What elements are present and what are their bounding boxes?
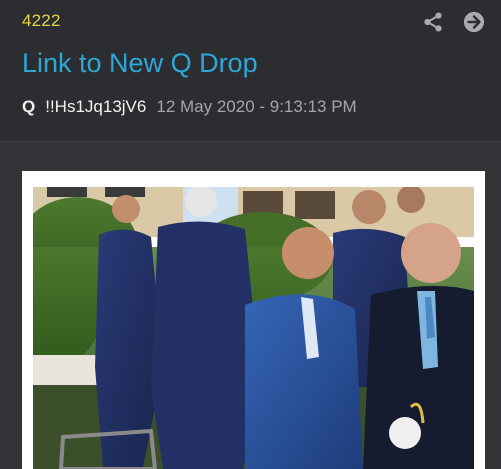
share-icon[interactable] <box>422 11 444 33</box>
post-title-link[interactable]: Link to New Q Drop <box>22 48 258 79</box>
author-tripcode: !!Hs1Jq13jV6 <box>45 97 147 116</box>
post-meta: Q !!Hs1Jq13jV6 12 May 2020 - 9:13:13 PM <box>22 97 357 119</box>
drop-number: 4222 <box>22 11 61 30</box>
post-timestamp: 12 May 2020 - 9:13:13 PM <box>156 97 357 116</box>
post-header: 4222 Link to New Q Drop Q !!Hs1Jq13jV6 12 … <box>0 0 501 141</box>
attached-image-frame <box>22 171 485 469</box>
arrow-right-circle-icon[interactable] <box>463 11 485 33</box>
attached-photo[interactable] <box>33 187 474 469</box>
author-name: Q <box>22 97 36 116</box>
